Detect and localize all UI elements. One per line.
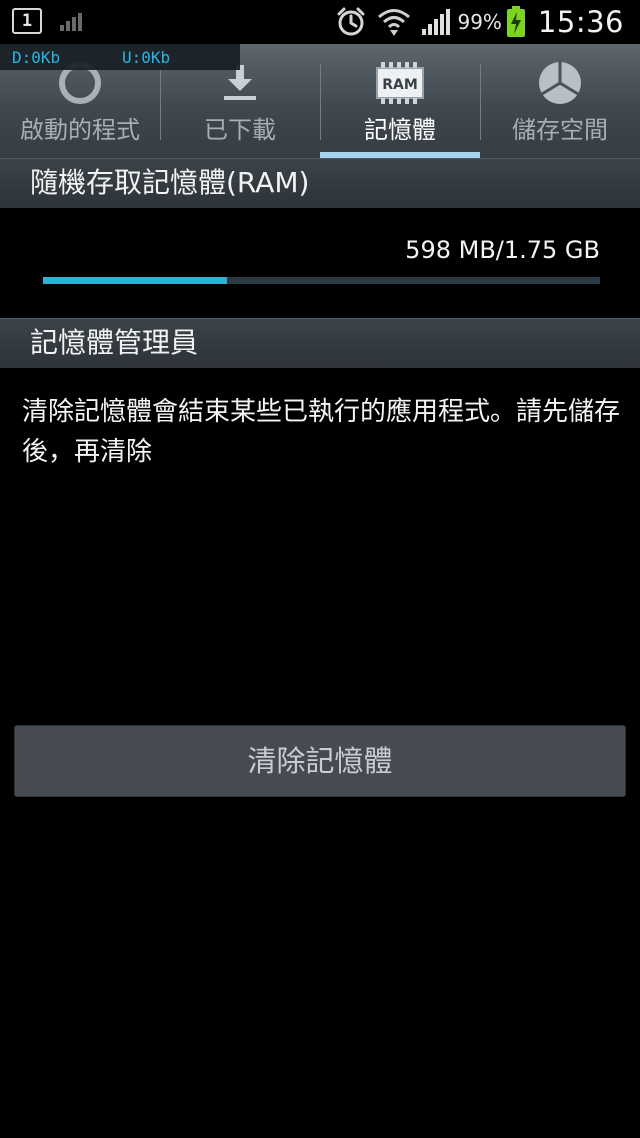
ram-usage-bar (43, 277, 600, 284)
signal-icon (60, 11, 84, 31)
alarm-icon (335, 6, 367, 38)
network-speed-overlay: D:0Kb U:0Kb (0, 44, 240, 70)
upload-speed: U:0Kb (122, 48, 171, 67)
status-bar-left: 1 (12, 8, 84, 34)
ram-section-header: 隨機存取記憶體(RAM) (0, 158, 640, 208)
tab-label: 已下載 (204, 116, 276, 144)
clear-memory-button[interactable]: 清除記憶體 (14, 725, 626, 797)
tab-label: 記憶體 (364, 116, 436, 144)
tab-label: 儲存空間 (512, 116, 608, 144)
battery-charging-icon (506, 6, 526, 38)
wifi-icon (377, 6, 411, 38)
memory-manager-header: 記憶體管理員 (0, 318, 640, 368)
notification-count: 1 (21, 11, 33, 31)
download-speed: D:0Kb (12, 48, 61, 67)
tab-memory[interactable]: RAM 記憶體 (320, 44, 480, 158)
tab-storage[interactable]: 儲存空間 (480, 44, 640, 158)
status-bar-right: 99% 15:36 (325, 0, 624, 44)
ram-header-title: 隨機存取記憶體(RAM) (30, 166, 310, 199)
notification-box-icon: 1 (12, 8, 42, 34)
status-bar: 1 99% 15:36 (0, 0, 640, 44)
ram-usage-fill (43, 277, 227, 284)
memory-manager-title: 記憶體管理員 (30, 326, 199, 359)
memory-manager-description: 清除記憶體會結束某些已執行的應用程式。請先儲存後，再清除 (22, 397, 621, 467)
ram-icon-text: RAM (382, 77, 418, 93)
storage-pie-icon (535, 58, 585, 108)
tab-label: 啟動的程式 (20, 116, 140, 144)
clock: 15:36 (537, 5, 624, 39)
ram-usage-text: 598 MB/1.75 GB (405, 236, 600, 264)
cell-signal-icon (421, 7, 451, 37)
ram-icon: RAM (375, 58, 425, 108)
battery-percent: 99% (457, 10, 502, 34)
